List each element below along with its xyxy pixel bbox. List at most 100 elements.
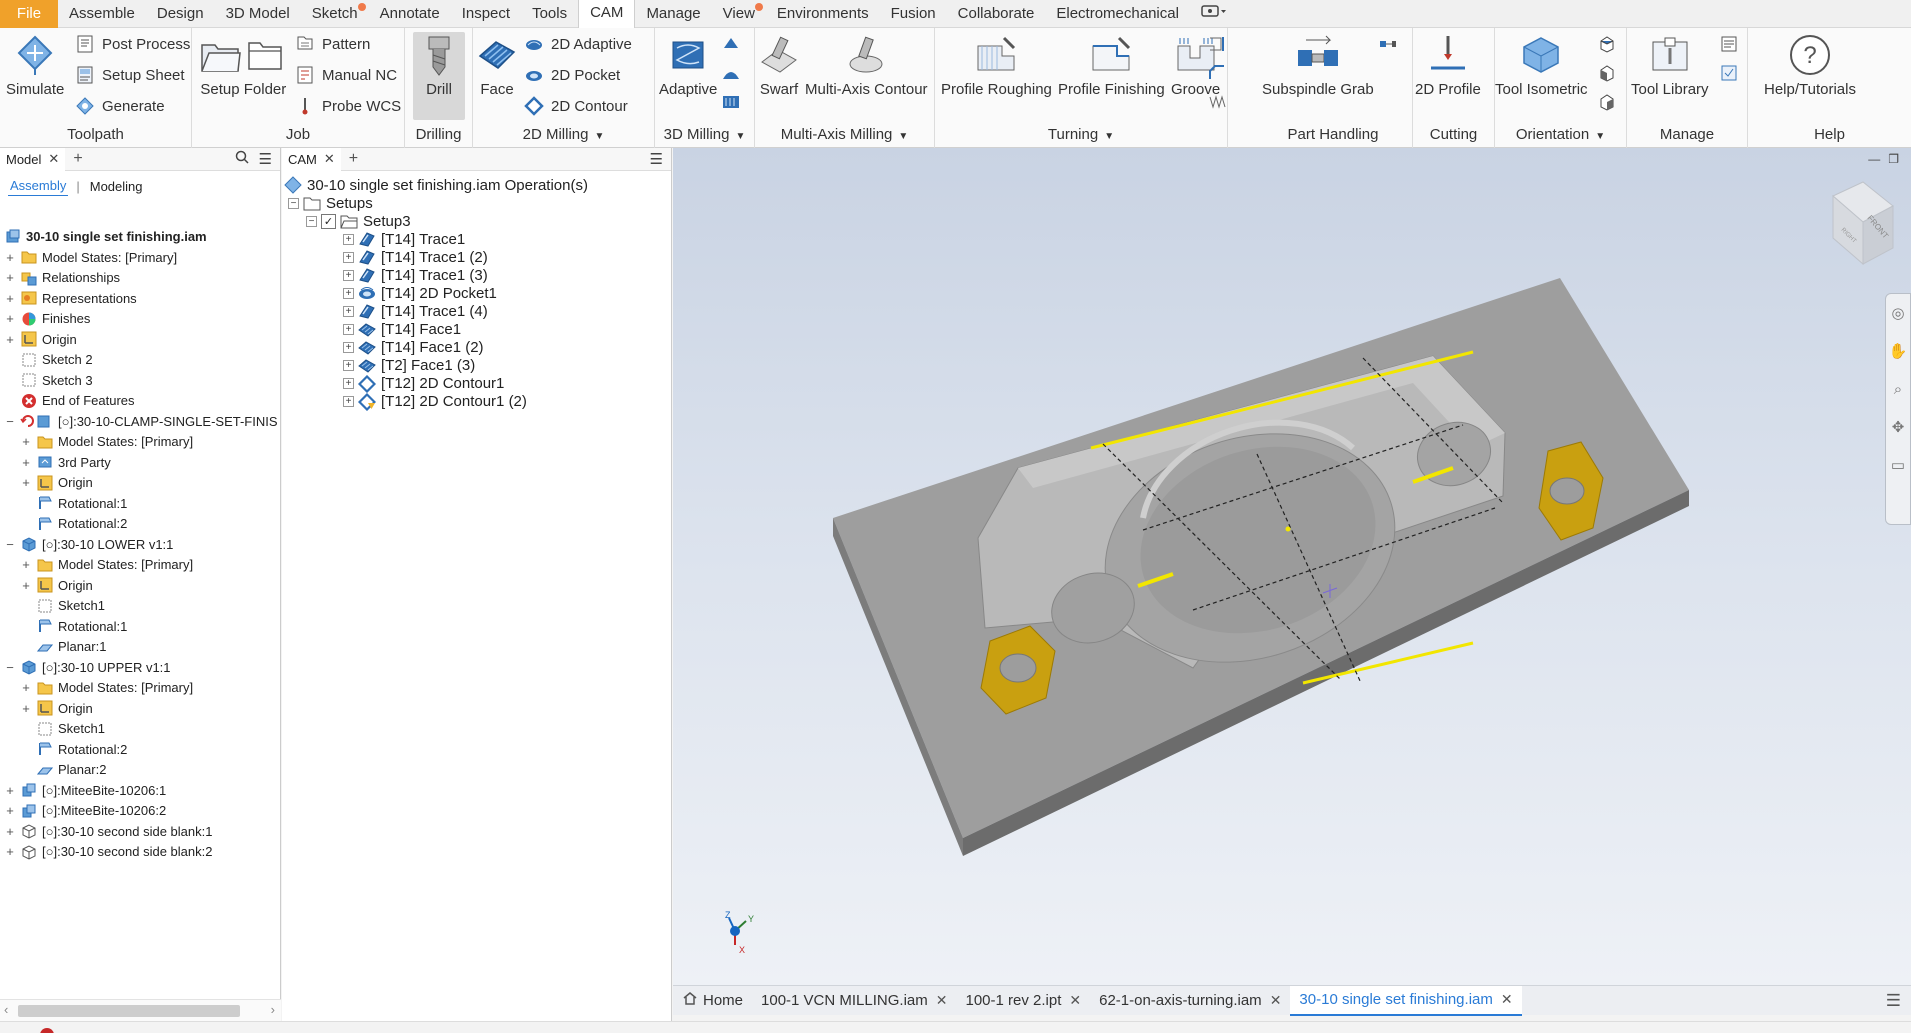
menu-tab-sketch[interactable]: Sketch xyxy=(301,0,369,28)
scroll-left-icon[interactable]: ‹ xyxy=(4,1002,8,1017)
view-cube[interactable]: FRONT RIGHT xyxy=(1832,181,1894,266)
group-label-multi-axis-milling[interactable]: Multi-Axis Milling ▼ xyxy=(755,124,934,146)
minimize-icon[interactable]: — xyxy=(1868,152,1880,166)
folder-button[interactable]: Folder xyxy=(243,32,287,98)
face-button[interactable]: Face xyxy=(475,32,519,98)
tree-item[interactable]: − [○]:30-10 LOWER v1:1 xyxy=(4,534,173,554)
post-process-button[interactable]: Post Process xyxy=(74,32,190,56)
expand-icon[interactable]: + xyxy=(4,291,16,306)
screen-dropdown-icon[interactable] xyxy=(1190,0,1238,28)
expand-icon[interactable]: + xyxy=(20,455,32,470)
menu-tab-assemble[interactable]: Assemble xyxy=(58,0,146,28)
probe-wcs-button[interactable]: Probe WCS xyxy=(294,94,401,118)
tree-item[interactable]: + Origin xyxy=(20,698,93,718)
hamburger-menu-icon[interactable]: ☰ xyxy=(650,150,663,168)
tree-item[interactable]: + Origin xyxy=(20,575,93,595)
orbit-icon[interactable]: ✥ xyxy=(1886,408,1910,446)
menu-tab-tools[interactable]: Tools xyxy=(521,0,578,28)
expand-icon[interactable]: + xyxy=(343,287,354,299)
expand-icon[interactable]: + xyxy=(20,680,32,695)
profile-roughing-button[interactable]: Profile Roughing xyxy=(941,32,1052,98)
group-label-3d-milling[interactable]: 3D Milling ▼ xyxy=(655,124,754,146)
pattern-button[interactable]: Pattern xyxy=(294,32,370,56)
profile-finishing-button[interactable]: Profile Finishing xyxy=(1058,32,1165,98)
3d-model-canvas[interactable]: X Y Z FRONT RIGHT xyxy=(673,148,1911,985)
tree-item[interactable]: + Representations xyxy=(4,288,136,308)
collapse-icon[interactable]: − xyxy=(4,660,16,675)
expand-icon[interactable]: + xyxy=(4,332,16,347)
doc-tab-home[interactable]: Home xyxy=(673,986,752,1016)
menu-tab-file[interactable]: File xyxy=(0,0,58,28)
tree-item[interactable]: Sketch1 xyxy=(20,596,105,616)
collapse-icon[interactable]: − xyxy=(4,414,16,429)
tree-item[interactable]: + Model States: [Primary] xyxy=(20,555,193,575)
parallel-icon[interactable] xyxy=(719,90,743,114)
cam-operation[interactable]: + [T12] 2D Contour1 (2) xyxy=(343,391,527,413)
2d-profile-button[interactable]: 2D Profile xyxy=(1415,32,1481,98)
subtab-assembly[interactable]: Assembly xyxy=(8,176,69,196)
expand-icon[interactable]: + xyxy=(20,475,32,490)
tree-item[interactable]: − [○]:30-10-CLAMP-SINGLE-SET-FINIS xyxy=(4,411,277,431)
doc-tab-62-1-on-axis-turning[interactable]: 62-1-on-axis-turning.iam ✕ xyxy=(1090,986,1290,1016)
turning-face-icon[interactable] xyxy=(1205,32,1229,56)
tree-item[interactable]: − [○]:30-10 UPPER v1:1 xyxy=(4,657,171,677)
simulate-button[interactable]: Simulate xyxy=(6,32,64,98)
menu-tab-inspect[interactable]: Inspect xyxy=(451,0,521,28)
tree-item[interactable]: Rotational:1 xyxy=(20,493,127,513)
tree-item[interactable]: + Origin xyxy=(4,329,77,349)
menu-tab-design[interactable]: Design xyxy=(146,0,215,28)
subspindle-grab-button[interactable]: Subspindle Grab xyxy=(1262,32,1374,98)
close-icon[interactable]: ✕ xyxy=(936,992,948,1009)
tool-isometric-button[interactable]: Tool Isometric xyxy=(1495,32,1588,98)
tree-item[interactable]: + [○]:30-10 second side blank:1 xyxy=(4,821,212,841)
menu-tab-3d-model[interactable]: 3D Model xyxy=(215,0,301,28)
turning-thread-icon[interactable] xyxy=(1205,90,1229,114)
menu-tab-cam[interactable]: CAM xyxy=(578,0,636,28)
close-icon[interactable]: ✕ xyxy=(1069,992,1081,1009)
hamburger-menu-icon[interactable]: ☰ xyxy=(1886,991,1901,1011)
collapse-icon[interactable]: − xyxy=(4,537,16,552)
group-label-orientation[interactable]: Orientation ▼ xyxy=(1495,124,1626,146)
tree-item[interactable]: + Origin xyxy=(20,473,93,493)
tree-item[interactable]: + Finishes xyxy=(4,309,90,329)
look-at-icon[interactable]: ▭ xyxy=(1886,446,1910,484)
view-front-icon[interactable] xyxy=(1595,61,1619,85)
scroll-thumb[interactable] xyxy=(18,1005,240,1017)
tree-item[interactable]: + Model States: [Primary] xyxy=(20,432,193,452)
collapse-icon[interactable]: − xyxy=(288,197,299,209)
expand-icon[interactable]: + xyxy=(343,360,354,372)
expand-icon[interactable]: + xyxy=(4,844,16,859)
tree-item[interactable]: Sketch 2 xyxy=(4,350,93,370)
adaptive-button[interactable]: Adaptive xyxy=(659,32,717,98)
add-tab-icon[interactable]: + xyxy=(73,150,82,168)
hamburger-menu-icon[interactable]: ☰ xyxy=(259,150,272,168)
expand-icon[interactable]: + xyxy=(20,578,32,593)
tree-item[interactable]: + Model States: [Primary] xyxy=(20,678,193,698)
view-top-icon[interactable] xyxy=(1595,32,1619,56)
menu-tab-view[interactable]: View xyxy=(712,0,766,28)
tree-item[interactable]: Rotational:2 xyxy=(20,739,127,759)
generate-button[interactable]: Generate xyxy=(74,94,165,118)
2d-adaptive-button[interactable]: 2D Adaptive xyxy=(523,32,632,56)
tree-item[interactable]: Planar:2 xyxy=(20,760,106,780)
tree-item[interactable]: End of Features xyxy=(4,391,135,411)
tree-item[interactable]: + [○]:MiteeBite-10206:1 xyxy=(4,780,166,800)
swarf-button[interactable]: Swarf xyxy=(757,32,801,98)
post-library-icon[interactable] xyxy=(1717,61,1741,85)
manual-nc-button[interactable]: Manual NC xyxy=(294,63,397,87)
tree-item[interactable]: + [○]:MiteeBite-10206:2 xyxy=(4,801,166,821)
expand-icon[interactable]: + xyxy=(343,251,354,263)
pocket-clearing-icon[interactable] xyxy=(719,32,743,56)
expand-icon[interactable]: + xyxy=(4,783,16,798)
2d-contour-button[interactable]: 2D Contour xyxy=(523,94,628,118)
expand-icon[interactable]: + xyxy=(343,269,354,281)
group-label-2d-milling[interactable]: 2D Milling ▼ xyxy=(473,124,654,146)
tool-library-button[interactable]: Tool Library xyxy=(1631,32,1709,98)
scroll-right-icon[interactable]: › xyxy=(271,1002,275,1017)
restore-icon[interactable]: ❐ xyxy=(1888,152,1899,166)
tree-item[interactable]: + [○]:30-10 second side blank:2 xyxy=(4,842,212,862)
expand-icon[interactable]: + xyxy=(4,311,16,326)
expand-icon[interactable]: + xyxy=(20,557,32,572)
turning-chamfer-icon[interactable] xyxy=(1205,61,1229,85)
part-transfer-icon[interactable] xyxy=(1376,32,1400,56)
